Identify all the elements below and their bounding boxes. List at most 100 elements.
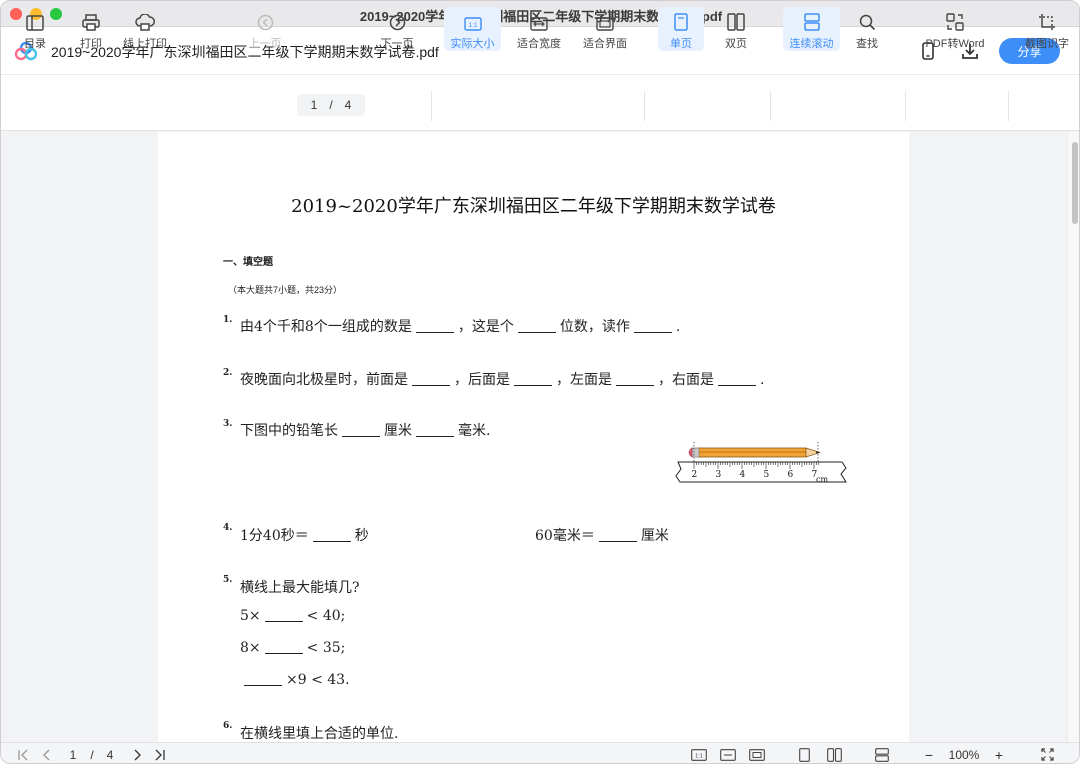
zoom-out-button[interactable]: − [921,746,937,763]
ruler-label: 6 [788,470,794,480]
pdf-to-word-button[interactable]: PDF转Word [920,7,990,51]
actual-size-button[interactable]: 1:1 实际大小 [444,7,501,51]
q2-text-d: ，右面是 [658,372,714,388]
answer-blank [264,621,303,622]
continuous-scroll-button[interactable]: 连续滚动 [783,7,840,51]
toc-button[interactable]: 目录 [15,7,55,51]
answer-blank [244,685,282,686]
q3-text-c: 毫米. [458,423,491,439]
fit-page-icon [596,10,614,31]
continuous-scroll-small-icon[interactable] [872,746,892,763]
fit-width-button[interactable]: 适合宽度 [513,7,565,51]
current-page: 1 [310,98,318,112]
actual-size-icon-text: 1:1 [468,22,477,29]
question-number: 6. [223,721,233,731]
one-to-one-text: 1:1 [695,753,703,759]
ocr-button[interactable]: 截图识字 [1021,7,1073,51]
first-page-icon[interactable] [15,746,31,763]
printer-icon [82,10,100,31]
print-label: 打印 [80,38,102,50]
q4-text-a: 1分40秒＝ [240,528,309,544]
print-button[interactable]: 打印 [71,7,111,51]
pencil-icon [688,442,822,464]
scrollbar-thumb[interactable] [1072,142,1078,224]
question-number: 2. [223,368,233,378]
ocr-label: 截图识字 [1025,38,1069,50]
status-bar: 1 / 4 1:1 − 100% + [1,742,1079,763]
fit-page-small-icon[interactable] [747,746,767,763]
q5-line2-b: < 35; [306,640,346,656]
actual-size-small-icon[interactable]: 1:1 [689,746,709,763]
last-page-icon[interactable] [151,746,169,763]
fit-width-icon [530,10,548,31]
vertical-scrollbar[interactable] [1067,132,1079,742]
two-page-button[interactable]: 双页 [714,7,758,51]
question-4-part-2: 60毫米＝ 厘米 [535,525,669,545]
q2-text-b: ，后面是 [454,372,510,388]
zoom-in-button[interactable]: + [991,746,1007,763]
answer-blank [598,541,637,542]
question-4-part-1: 1分40秒＝ 秒 [240,525,369,545]
continuous-scroll-icon [803,10,821,31]
fit-width-small-icon[interactable] [718,746,738,763]
pdf-page: 2019~2020学年广东深圳福田区二年级下学期期末数学试卷 一、填空题 （本大… [158,132,909,742]
toc-icon [26,10,44,31]
question-number: 5. [223,575,233,585]
next-page-label: 下一页 [380,38,414,50]
two-page-small-icon[interactable] [824,746,844,763]
page-separator: / [329,98,333,112]
question-1: 由4个千和8个一组成的数是 ，这是个 位数，读作. [240,316,680,336]
q2-text-c: ，左面是 [556,372,612,388]
page-number-input[interactable]: 1 / 4 [297,94,365,116]
prev-page-small-icon[interactable] [39,746,55,763]
q5-line3-b: ×9 < 43. [286,672,350,688]
question-5-line-3: ×9 < 43. [240,672,350,688]
status-current-page[interactable]: 1 [65,746,81,763]
status-page-separator: / [90,747,94,762]
toolbar-divider [770,91,771,121]
question-number: 3. [223,419,233,429]
ruler-unit: cm [816,475,828,484]
q4-text-b: 秒 [354,528,369,544]
app-window: 2019~2020学年广东深圳福田区二年级下学期期末数学试卷.pdf 2019~… [0,0,1080,764]
answer-blank [718,385,756,386]
answer-blank [312,541,351,542]
prev-page-button[interactable]: 上一页 [245,7,285,51]
online-print-label: 线上打印 [123,38,167,50]
convert-icon [946,10,964,31]
answer-blank [412,385,450,386]
answer-blank [514,385,552,386]
online-print-button[interactable]: 线上打印 [119,7,171,51]
total-pages: 4 [344,98,352,112]
pdf-to-word-label: PDF转Word [925,38,985,50]
toolbar-divider [1008,91,1009,121]
ruler-icon: 234567 cm [675,461,847,484]
next-page-small-icon[interactable] [129,746,145,763]
fullscreen-icon[interactable] [1038,746,1056,763]
ruler-label: 4 [740,470,746,480]
question-5-line-2: 8× < 35; [240,640,345,656]
answer-blank [416,436,454,437]
q5-line2-a: 8× [240,640,261,656]
crop-icon [1038,10,1056,31]
single-page-button[interactable]: 单页 [658,7,704,51]
next-page-button[interactable]: 下一页 [377,7,417,51]
document-viewer[interactable]: 2019~2020学年广东深圳福田区二年级下学期期末数学试卷 一、填空题 （本大… [1,132,1079,742]
single-page-icon [674,10,688,31]
question-3: 下图中的铅笔长 厘米 毫米. [240,420,490,440]
zoom-level[interactable]: 100% [945,746,983,763]
q1-text-a: 由4个千和8个一组成的数是 [240,319,412,335]
answer-blank [415,332,454,333]
document-title: 2019~2020学年广东深圳福田区二年级下学期期末数学试卷 [291,196,776,217]
question-6-text: 在横线里填上合适的单位. [240,726,399,742]
toolbar-divider [905,91,906,121]
ruler-label: 2 [692,470,698,480]
fit-page-button[interactable]: 适合界面 [579,7,631,51]
fit-page-label: 适合界面 [583,38,627,50]
next-page-icon [389,10,406,31]
toolbar-divider [644,91,645,121]
q1-text-d: . [675,319,681,335]
find-button[interactable]: 查找 [847,7,887,51]
prev-page-label: 上一页 [248,38,282,50]
single-page-small-icon[interactable] [795,746,813,763]
